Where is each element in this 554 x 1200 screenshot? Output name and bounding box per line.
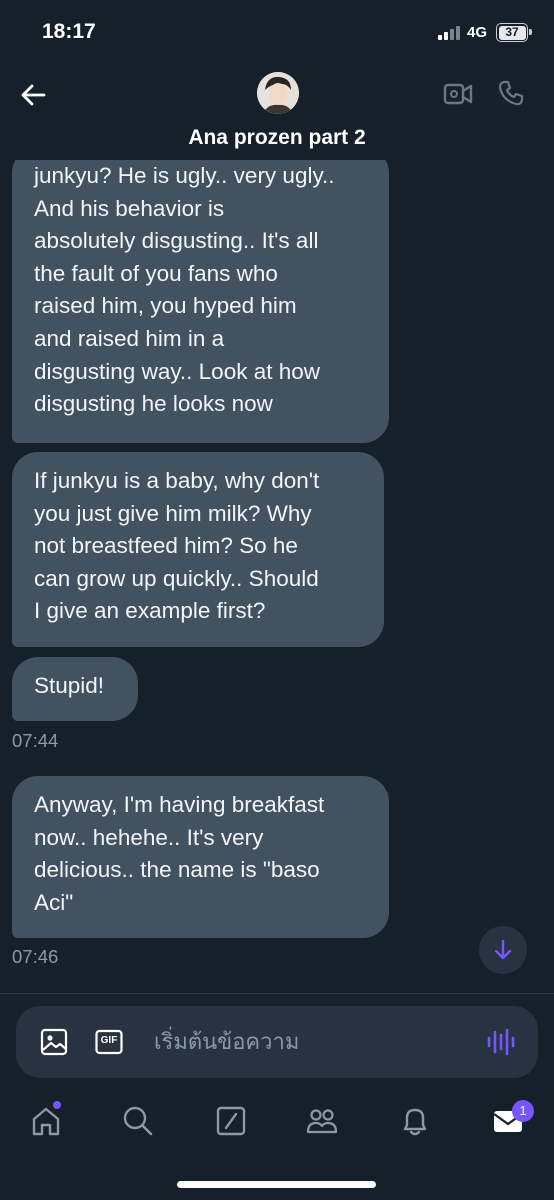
home-indicator[interactable] <box>177 1181 376 1188</box>
messages-badge: 1 <box>512 1100 534 1122</box>
tab-grok[interactable] <box>214 1104 248 1138</box>
arrow-down-icon <box>494 939 512 960</box>
message-composer: GIF <box>16 1006 538 1078</box>
chat-title[interactable]: Ana prozen part 2 <box>0 126 554 150</box>
arrow-left-icon <box>21 84 46 106</box>
tab-communities[interactable] <box>305 1104 339 1138</box>
bell-icon <box>403 1108 427 1136</box>
search-icon <box>123 1106 153 1136</box>
voice-message-button[interactable] <box>486 1026 516 1058</box>
avatar[interactable] <box>257 72 299 114</box>
tab-search[interactable] <box>121 1104 155 1138</box>
signal-icon <box>438 26 462 40</box>
voice-call-button[interactable] <box>496 78 526 108</box>
message-bubble[interactable]: If junkyu is a baby, why don't you just … <box>12 452 384 647</box>
gif-label: GIF <box>100 1035 118 1046</box>
add-media-button[interactable] <box>40 1028 68 1056</box>
grok-icon <box>216 1106 246 1136</box>
battery-level: 37 <box>498 25 526 40</box>
battery-icon: 37 <box>496 23 532 42</box>
phone-icon <box>498 80 524 106</box>
tab-notifications[interactable] <box>398 1104 432 1138</box>
status-bar: 18:17 4G 37 <box>0 0 554 64</box>
message-bubble[interactable]: Anyway, I'm having breakfast now.. heheh… <box>12 776 389 938</box>
back-button[interactable] <box>18 80 48 110</box>
tab-home[interactable] <box>29 1104 63 1138</box>
message-bubble[interactable]: junkyu? He is ugly.. very ugly.. And his… <box>12 160 389 443</box>
message-timestamp: 07:44 <box>12 730 59 751</box>
chat-header: Ana prozen part 2 <box>0 64 554 160</box>
image-icon <box>40 1028 68 1056</box>
unread-dot <box>53 1101 61 1109</box>
network-type: 4G <box>467 24 488 41</box>
video-camera-icon <box>443 83 473 105</box>
home-icon <box>32 1107 60 1136</box>
status-time: 18:17 <box>42 20 96 43</box>
chat-title-text: Ana prozen part 2 <box>188 126 366 149</box>
message-timestamp: 07:46 <box>12 946 59 967</box>
gif-button[interactable]: GIF <box>95 1028 123 1056</box>
waveform-icon <box>487 1028 515 1056</box>
divider <box>0 993 554 994</box>
scroll-to-bottom-button[interactable] <box>479 926 527 974</box>
video-call-button[interactable] <box>442 79 474 109</box>
communities-icon <box>306 1109 338 1134</box>
message-input[interactable] <box>154 1026 474 1058</box>
message-list[interactable]: junkyu? He is ugly.. very ugly.. And his… <box>0 160 554 990</box>
message-bubble[interactable]: Stupid! <box>12 657 138 721</box>
